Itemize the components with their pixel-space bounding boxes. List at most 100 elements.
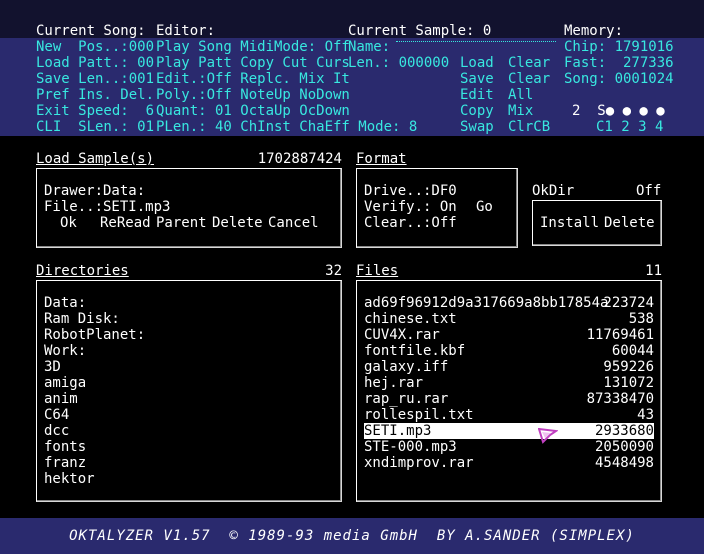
file-name: galaxy.iff xyxy=(364,359,449,375)
song-info-line[interactable]: Load Patt.: 00 xyxy=(36,55,154,71)
parent-button[interactable]: Parent xyxy=(156,215,207,231)
file-item[interactable]: CUV4X.rar 11769461 xyxy=(364,327,654,343)
file-name: rap_ru.rar xyxy=(364,391,449,407)
file-size: 43 xyxy=(637,407,654,423)
file-size: 959226 xyxy=(603,359,654,375)
sample-info-line[interactable]: Name: xyxy=(348,39,390,55)
directory-item[interactable]: Ram Disk: xyxy=(44,311,120,327)
files-title: Files xyxy=(356,263,399,279)
drawer-field[interactable]: Drawer:Data: xyxy=(44,183,145,199)
reread-button[interactable]: ReRead xyxy=(100,215,151,231)
directory-item[interactable]: 3D xyxy=(44,359,61,375)
install-button[interactable]: Install xyxy=(540,215,599,231)
file-size: 223724 xyxy=(603,295,654,311)
directories-title: Directories xyxy=(36,263,129,279)
sample-clear-line[interactable]: Clear xyxy=(508,71,550,87)
directory-item[interactable]: hektor xyxy=(44,471,95,487)
clear-toggle[interactable]: Clear..:Off xyxy=(364,215,457,231)
drive-field[interactable]: Drive..:DF0 xyxy=(364,183,457,199)
file-size: 2933680 xyxy=(594,423,654,439)
sample-action-line[interactable]: Swap xyxy=(460,119,494,135)
file-item[interactable]: rap_ru.rar 87338470 xyxy=(364,391,654,407)
file-item[interactable]: xndimprov.rar 4548498 xyxy=(364,455,654,471)
editor-line: Editor: xyxy=(156,23,216,39)
sample-name-field[interactable] xyxy=(396,40,556,42)
directory-item[interactable]: Work: xyxy=(44,343,86,359)
mouse-pointer-icon xyxy=(538,428,558,444)
file-name: STE-000.mp3 xyxy=(364,439,457,455)
editor-line[interactable]: Quant: 01 OctaUp OcDown xyxy=(156,103,350,119)
song-info-line: Current Song: xyxy=(36,23,146,39)
file-item[interactable]: STE-000.mp3 2050090 xyxy=(364,439,654,455)
memory-info-line[interactable]: Chip: 1791016 xyxy=(564,39,674,55)
file-size: 87338470 xyxy=(586,391,654,407)
sample-action-line[interactable]: Copy xyxy=(460,103,494,119)
sample-info-line: Current Sample: 0 xyxy=(348,23,492,39)
file-size: 538 xyxy=(628,311,654,327)
sample-clear-line[interactable]: Clear xyxy=(508,55,550,71)
files-count: 11 xyxy=(645,263,662,279)
format-title: Format xyxy=(356,151,407,167)
sample-info-line[interactable]: Len.: 000000 xyxy=(348,55,449,71)
file-item[interactable]: hej.rar 131072 xyxy=(364,375,654,391)
song-info-line[interactable]: Save Len..:001 xyxy=(36,71,154,87)
song-info-line[interactable]: Exit Speed: 6 xyxy=(36,103,154,119)
file-name: hej.rar xyxy=(364,375,424,391)
editor-line[interactable]: Play Patt Copy Cut Curs xyxy=(156,55,350,71)
sample-action-line[interactable]: Edit xyxy=(460,87,494,103)
file-item[interactable]: fontfile.kbf 60044 xyxy=(364,343,654,359)
okdir-label[interactable]: OkDir xyxy=(532,183,574,199)
file-name: SETI.mp3 xyxy=(364,423,432,439)
format-go-button[interactable]: Go xyxy=(476,199,493,215)
directory-item[interactable]: Data: xyxy=(44,295,86,311)
file-size: 2050090 xyxy=(594,439,654,455)
file-name: chinese.txt xyxy=(364,311,457,327)
sample-clear-line[interactable]: ClrCB xyxy=(508,119,550,135)
file-name: rollespil.txt xyxy=(364,407,474,423)
editor-line[interactable]: PLen.: 40 ChInst ChaEff Mode: 8 xyxy=(156,119,417,135)
file-item[interactable]: galaxy.iff 959226 xyxy=(364,359,654,375)
sample-action-line[interactable]: Load xyxy=(460,55,494,71)
cancel-button[interactable]: Cancel xyxy=(268,215,319,231)
directory-item[interactable]: amiga xyxy=(44,375,86,391)
sample-clear-line[interactable]: All xyxy=(508,87,533,103)
okdir-delete-button[interactable]: Delete xyxy=(604,215,655,231)
file-size: 4548498 xyxy=(594,455,654,471)
verify-toggle[interactable]: Verify.: On xyxy=(364,199,457,215)
song-info-line[interactable]: CLI SLen.: 01 xyxy=(36,119,154,135)
file-item[interactable]: chinese.txt 538 xyxy=(364,311,654,327)
directory-item[interactable]: RobotPlanet: xyxy=(44,327,145,343)
file-size: 131072 xyxy=(603,375,654,391)
load-sample-title: Load Sample(s) xyxy=(36,151,155,167)
memory-info-line[interactable]: Fast: 277336 xyxy=(564,55,674,71)
channel-indicators[interactable]: 2 S● ● ● ● xyxy=(572,103,665,119)
directories-count: 32 xyxy=(325,263,342,279)
sample-action-line[interactable]: Save xyxy=(460,71,494,87)
file-item[interactable]: ad69f96912d9a317669a8bb17854a 223724 xyxy=(364,295,654,311)
file-item[interactable]: rollespil.txt 43 xyxy=(364,407,654,423)
directory-item[interactable]: anim xyxy=(44,391,78,407)
song-info-line[interactable]: New Pos..:000 xyxy=(36,39,154,55)
directory-item[interactable]: franz xyxy=(44,455,86,471)
directory-item[interactable]: C64 xyxy=(44,407,69,423)
memory-info-line: Memory: xyxy=(564,23,624,39)
memory-info-line[interactable]: Song: 0001024 xyxy=(564,71,674,87)
file-name: ad69f96912d9a317669a8bb17854a xyxy=(364,295,609,311)
file-size: 60044 xyxy=(611,343,654,359)
directory-item[interactable]: dcc xyxy=(44,423,69,439)
file-name: xndimprov.rar xyxy=(364,455,474,471)
editor-line[interactable]: Play Song MidiMode: Off xyxy=(156,39,350,55)
credits-text: OKTALYZER V1.57 © 1989-93 media GmbH BY … xyxy=(69,528,635,544)
editor-line[interactable]: Poly.:Off NoteUp NoDown xyxy=(156,87,350,103)
editor-line[interactable]: Edit.:Off Replc. Mix It xyxy=(156,71,350,87)
file-name: fontfile.kbf xyxy=(364,343,466,359)
directory-item[interactable]: fonts xyxy=(44,439,86,455)
delete-button[interactable]: Delete xyxy=(212,215,263,231)
song-info-line[interactable]: Pref Ins. Del. xyxy=(36,87,154,103)
file-item[interactable]: SETI.mp3 2933680 xyxy=(364,423,654,439)
sample-clear-line[interactable]: Mix xyxy=(508,103,533,119)
file-field[interactable]: File..:SETI.mp3 xyxy=(44,199,170,215)
okdir-value[interactable]: Off xyxy=(636,183,661,199)
ok-button[interactable]: Ok xyxy=(60,215,77,231)
file-name: CUV4X.rar xyxy=(364,327,440,343)
